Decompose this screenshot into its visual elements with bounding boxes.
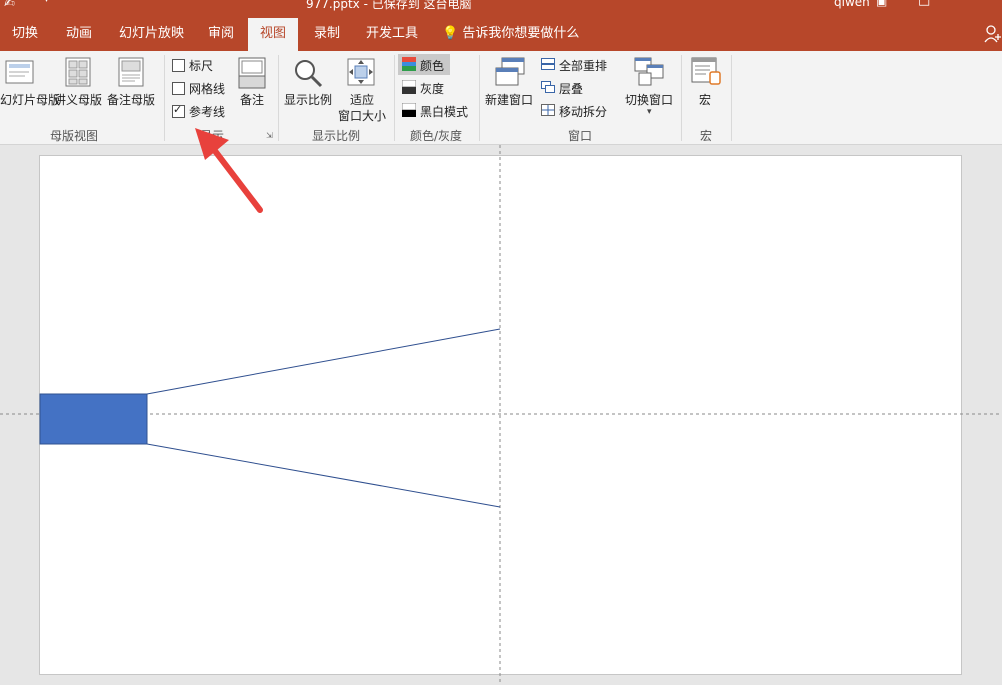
upper-line-shape: [146, 328, 501, 395]
annotation-arrow-shaft: [209, 144, 263, 213]
slide-overlay: [0, 128, 1002, 685]
lower-line-shape: [146, 443, 501, 508]
blue-rectangle-shape: [39, 393, 148, 445]
annotation-arrow-head: [195, 128, 229, 160]
